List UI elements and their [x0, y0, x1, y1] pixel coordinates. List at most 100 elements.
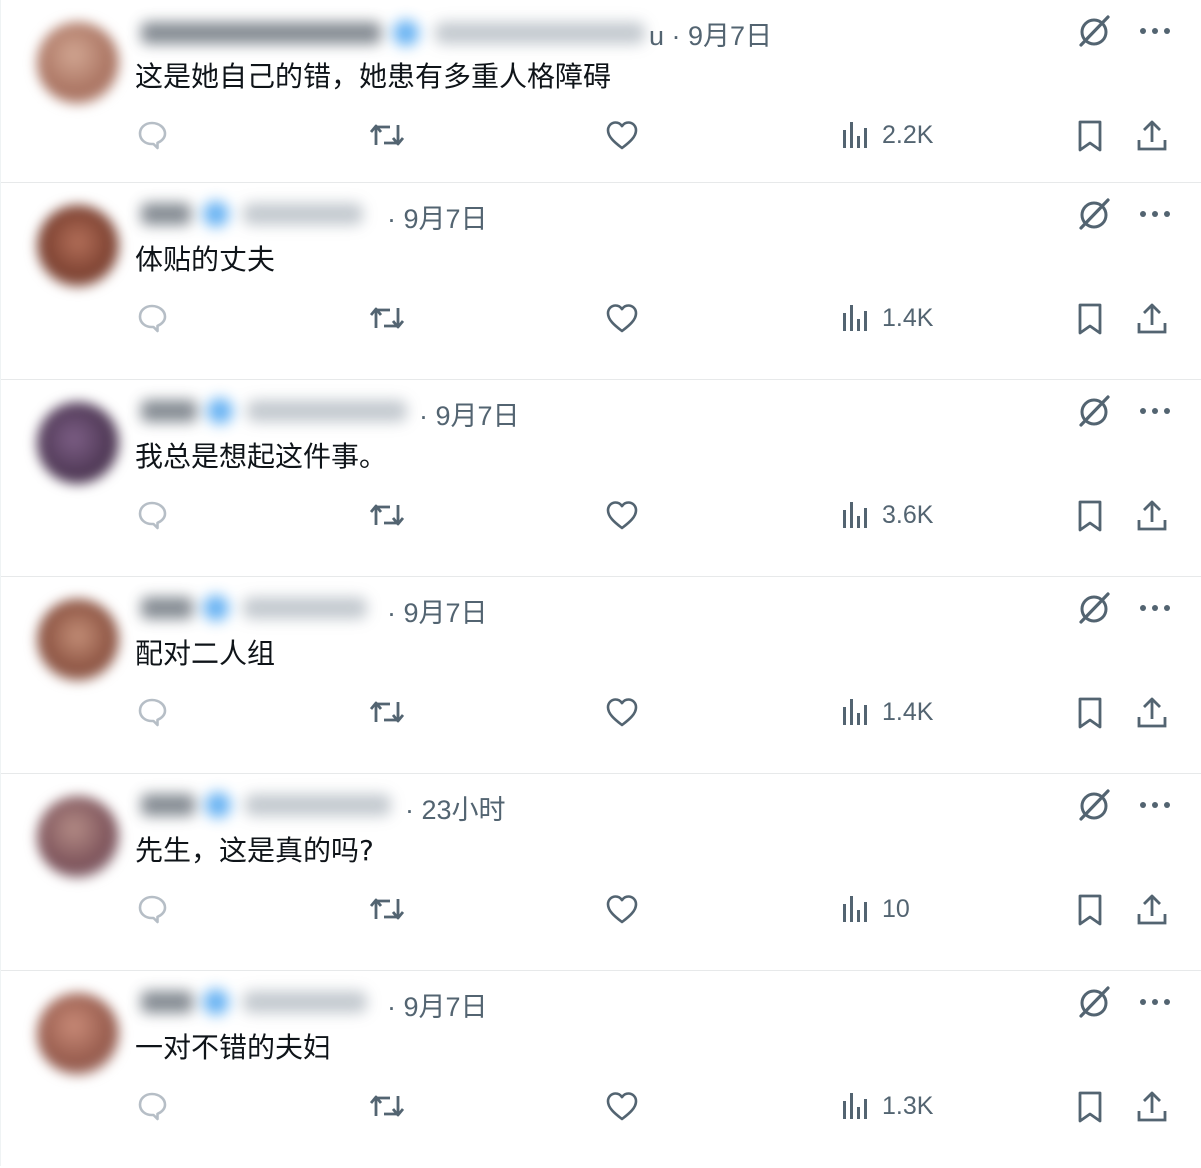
reply-tweet[interactable]: · 9月7日 配对二人组 1.4K: [1, 577, 1201, 774]
share-icon: [1135, 892, 1169, 928]
retweet-icon: [367, 301, 407, 335]
views-count: 10: [882, 894, 910, 923]
tweet-actions: 1.3K: [1, 1075, 1201, 1135]
views-chart-icon: [840, 695, 872, 729]
reply-icon: [135, 498, 169, 532]
reply-icon: [135, 301, 169, 335]
author-name-blurred[interactable]: [135, 392, 415, 428]
tweet-timestamp[interactable]: · 23小时: [405, 788, 506, 827]
reply-tweet[interactable]: · 9月7日 体贴的丈夫 1.4K: [1, 183, 1201, 380]
avatar[interactable]: [37, 205, 119, 287]
share-button[interactable]: [1135, 892, 1169, 928]
views-count: 1.4K: [882, 303, 934, 332]
author-name-blurred[interactable]: [135, 786, 397, 822]
grok-icon[interactable]: [1075, 983, 1113, 1021]
bookmark-icon: [1074, 892, 1106, 928]
grok-icon[interactable]: [1075, 195, 1113, 233]
reply-button[interactable]: [135, 301, 169, 335]
avatar[interactable]: [37, 796, 119, 878]
grok-icon[interactable]: [1075, 786, 1113, 824]
tweet-timestamp[interactable]: u · 9月7日: [649, 14, 772, 53]
views-button[interactable]: 1.4K: [840, 695, 933, 729]
tweet-timestamp[interactable]: · 9月7日: [387, 985, 488, 1024]
reply-icon: [135, 118, 169, 152]
tweet-actions: 3.6K: [1, 484, 1201, 544]
tweet-timestamp[interactable]: · 9月7日: [419, 394, 520, 433]
reply-tweet[interactable]: · 9月7日 我总是想起这件事。 3.6K: [1, 380, 1201, 577]
more-icon[interactable]: [1139, 603, 1171, 613]
more-icon[interactable]: [1139, 209, 1171, 219]
like-button[interactable]: [604, 301, 640, 335]
heart-icon: [604, 695, 640, 729]
reply-tweet[interactable]: · 9月7日 一对不错的夫妇 1.3K: [1, 971, 1201, 1168]
more-icon[interactable]: [1139, 406, 1171, 416]
bookmark-button[interactable]: [1074, 498, 1106, 534]
avatar[interactable]: [37, 402, 119, 484]
author-name-blurred[interactable]: [135, 14, 660, 50]
share-button[interactable]: [1135, 1089, 1169, 1125]
like-button[interactable]: [604, 892, 640, 926]
retweet-button[interactable]: [367, 301, 407, 335]
author-name-blurred[interactable]: [135, 195, 375, 231]
reply-icon: [135, 892, 169, 926]
more-icon[interactable]: [1139, 997, 1171, 1007]
views-chart-icon: [840, 892, 872, 926]
grok-icon[interactable]: [1075, 589, 1113, 627]
like-button[interactable]: [604, 1089, 640, 1123]
reply-tweet[interactable]: · 23小时 先生，这是真的吗? 10: [1, 774, 1201, 971]
bookmark-button[interactable]: [1074, 301, 1106, 337]
bookmark-button[interactable]: [1074, 118, 1106, 154]
reply-button[interactable]: [135, 118, 169, 152]
views-count: 2.2K: [882, 120, 934, 149]
retweet-button[interactable]: [367, 498, 407, 532]
like-button[interactable]: [604, 695, 640, 729]
share-button[interactable]: [1135, 301, 1169, 337]
avatar[interactable]: [37, 22, 119, 104]
tweet-actions: 2.2K: [1, 104, 1201, 164]
bookmark-button[interactable]: [1074, 695, 1106, 731]
views-chart-icon: [840, 1089, 872, 1123]
reply-button[interactable]: [135, 498, 169, 532]
retweet-icon: [367, 892, 407, 926]
tweet-text: 我总是想起这件事。: [135, 440, 388, 473]
like-button[interactable]: [604, 118, 640, 152]
tweet-timestamp[interactable]: · 9月7日: [387, 591, 488, 630]
views-button[interactable]: 10: [840, 892, 910, 926]
time-label: · 9月7日: [387, 598, 488, 628]
retweet-button[interactable]: [367, 1089, 407, 1123]
reply-tweet[interactable]: u · 9月7日 这是她自己的错，她患有多重人格障碍 2.2K: [1, 0, 1201, 183]
reply-icon: [135, 1089, 169, 1123]
views-count: 1.4K: [882, 697, 934, 726]
share-button[interactable]: [1135, 118, 1169, 154]
share-button[interactable]: [1135, 695, 1169, 731]
grok-icon[interactable]: [1075, 392, 1113, 430]
like-button[interactable]: [604, 498, 640, 532]
reply-button[interactable]: [135, 695, 169, 729]
reply-feed: u · 9月7日 这是她自己的错，她患有多重人格障碍 2.2K · 9月7日 体…: [0, 0, 1201, 1166]
grok-icon[interactable]: [1075, 12, 1113, 50]
views-button[interactable]: 1.4K: [840, 301, 933, 335]
reply-button[interactable]: [135, 892, 169, 926]
author-name-blurred[interactable]: [135, 983, 375, 1019]
views-button[interactable]: 2.2K: [840, 118, 933, 152]
share-button[interactable]: [1135, 498, 1169, 534]
retweet-button[interactable]: [367, 892, 407, 926]
time-label: · 9月7日: [387, 992, 488, 1022]
retweet-button[interactable]: [367, 118, 407, 152]
more-icon[interactable]: [1139, 800, 1171, 810]
views-button[interactable]: 3.6K: [840, 498, 933, 532]
reply-button[interactable]: [135, 1089, 169, 1123]
avatar[interactable]: [37, 993, 119, 1075]
more-icon[interactable]: [1139, 26, 1171, 36]
tweet-text: 配对二人组: [135, 637, 276, 670]
heart-icon: [604, 498, 640, 532]
bookmark-icon: [1074, 695, 1106, 731]
bookmark-button[interactable]: [1074, 1089, 1106, 1125]
avatar[interactable]: [37, 599, 119, 681]
views-button[interactable]: 1.3K: [840, 1089, 933, 1123]
bookmark-button[interactable]: [1074, 892, 1106, 928]
retweet-button[interactable]: [367, 695, 407, 729]
tweet-text: 先生，这是真的吗?: [135, 834, 374, 867]
tweet-timestamp[interactable]: · 9月7日: [387, 197, 488, 236]
author-name-blurred[interactable]: [135, 589, 375, 625]
